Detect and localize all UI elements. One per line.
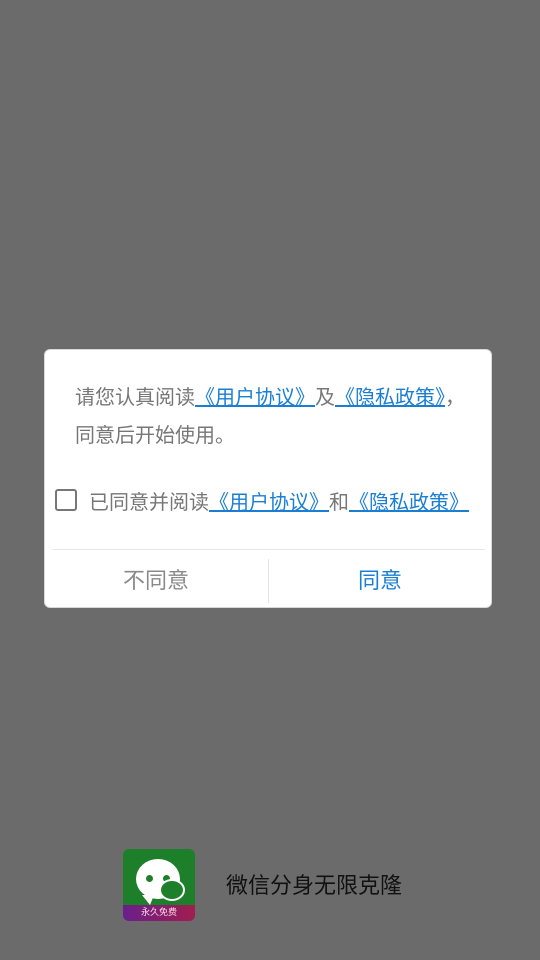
agree-checkbox-row[interactable]: 已同意并阅读 《用户协议》和《隐私政策》 (55, 480, 495, 520)
bubble-eye-left (146, 875, 153, 882)
checkbox-label-prefix: 已同意并阅读 (89, 489, 209, 514)
message-conjunction: 及 (315, 385, 335, 409)
checkbox-user-agreement-link[interactable]: 《用户协议》 (209, 486, 329, 515)
privacy-policy-link[interactable]: 《隐私政策》 (335, 385, 445, 409)
dialog-message: 请您认真阅读《用户协议》及《隐私政策》，同意后开始使用。 (75, 378, 465, 454)
privacy-consent-dialog: 请您认真阅读《用户协议》及《隐私政策》，同意后开始使用。 已同意并阅读 《用户协议… (44, 349, 492, 608)
disagree-button[interactable]: 不同意 (45, 550, 267, 608)
checkbox-privacy-policy-link[interactable]: 《隐私政策》 (349, 486, 469, 515)
message-prefix: 请您认真阅读 (75, 385, 195, 409)
agree-button[interactable]: 同意 (269, 550, 491, 608)
app-icon: 永久免费 (123, 849, 195, 921)
checkbox-label-and: 和 (329, 489, 349, 514)
agree-checkbox[interactable] (55, 489, 77, 511)
app-icon-badge: 永久免费 (123, 905, 195, 921)
app-name: 微信分身无限克隆 (226, 874, 403, 899)
user-agreement-link[interactable]: 《用户协议》 (195, 385, 315, 409)
small-chat-bubble-icon (159, 879, 185, 901)
